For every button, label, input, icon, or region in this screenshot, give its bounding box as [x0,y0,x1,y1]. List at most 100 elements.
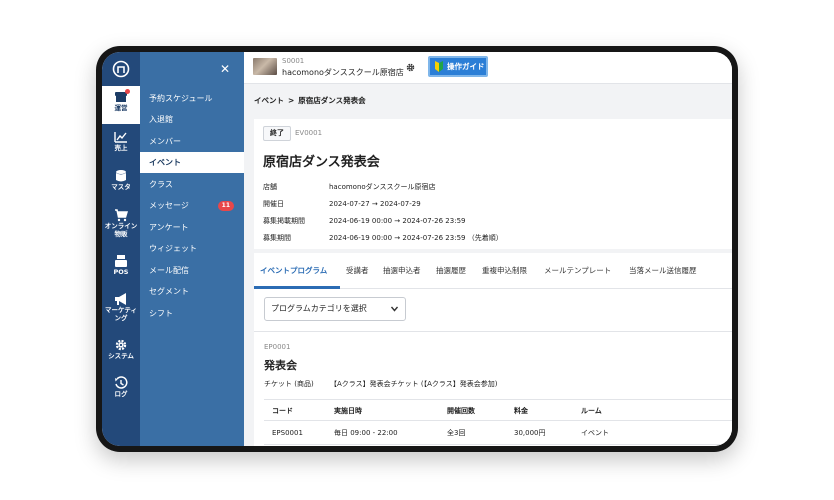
tab-lottery-history[interactable]: 抽選履歴 [436,265,466,276]
rail-item-label: 売上 [114,144,128,152]
chart-icon [114,132,127,143]
submenu-item-events[interactable]: イベント [140,152,244,173]
rail-item-sales[interactable]: 売上 [102,126,140,164]
rail-item-label: マーケティング [105,306,137,322]
primary-nav-rail: 運営 売上 マスタ オンライン物販 POS マーケティング システム ログ [102,52,140,446]
info-key: 店舗 [263,183,277,191]
page-title: 原宿店ダンス発表会 [263,155,380,170]
column-header: 料金 [514,407,528,415]
submenu-item-label: メンバー [149,137,181,146]
section-divider [254,331,732,332]
rail-item-label: ログ [114,390,128,398]
info-row-application-period: 募集期間 2024-06-19 00:00 → 2024-07-26 23:59 … [263,233,723,243]
submenu-item-widget[interactable]: ウィジェット [140,238,244,259]
submenu-item-label: イベント [149,158,181,167]
rail-item-label: システム [108,352,134,360]
submenu-item-label: クラス [149,180,173,189]
secondary-nav: ✕ 予約スケジュール 入退館 メンバー イベント クラス メッセージ 11 アンケ… [140,52,244,446]
tab-lottery-applicants[interactable]: 抽選申込者 [383,265,421,276]
app-logo-icon [112,60,130,78]
info-key: 募集期間 [263,234,291,242]
main-content: S0001 hacomonoダンススクール原宿店 操作ガイド イベント > 原宿店ダ… [244,52,732,446]
submenu-item-reservation-schedule[interactable]: 予約スケジュール [140,88,244,109]
notification-dot [125,89,130,94]
rail-item-master[interactable]: マスタ [102,165,140,203]
unread-count-badge: 11 [217,201,234,211]
device-frame: 運営 売上 マスタ オンライン物販 POS マーケティング システム ログ ✕ … [96,46,738,452]
table-cell: 毎日 09:00 - 22:00 [334,429,398,437]
info-row-listing-period: 募集掲載期間 2024-06-19 00:00 → 2024-07-26 23:5… [263,216,723,226]
history-icon [115,376,128,389]
rail-item-pos[interactable]: POS [102,250,140,288]
submenu-item-mail-delivery[interactable]: メール配信 [140,260,244,281]
rail-item-system[interactable]: システム [102,334,140,372]
rail-item-label: 運営 [114,104,128,112]
rail-item-label: マスタ [111,183,131,191]
info-value: 【Aクラス】発表会チケット (【Aクラス】発表会参加) [330,380,498,388]
app-screen: 運営 売上 マスタ オンライン物販 POS マーケティング システム ログ ✕ … [102,52,732,446]
submenu-item-segment[interactable]: セグメント [140,281,244,302]
status-badge: 終了 [263,126,291,141]
info-key: 募集掲載期間 [263,217,305,225]
cart-icon [115,209,128,222]
submenu-item-label: シフト [149,309,173,318]
table-cell: 全3回 [447,429,466,437]
rail-item-operations[interactable]: 運営 [102,86,140,124]
column-header: 実施日時 [334,407,362,415]
submenu-item-label: メッセージ [149,201,189,210]
store-settings-gear-icon[interactable] [406,63,415,72]
database-icon [116,170,126,182]
breadcrumb-separator: > [288,96,295,105]
tab-bar: イベントプログラム 受講者 抽選申込者 抽選履歴 重複申込制限 メールテンプレー… [254,253,732,289]
table-cell: 30,000円 [514,429,546,437]
select-value: プログラムカテゴリを選択 [271,304,367,313]
tab-event-program[interactable]: イベントプログラム [260,265,327,276]
tab-duplicate-restriction[interactable]: 重複申込制限 [482,265,527,276]
operation-guide-button[interactable]: 操作ガイド [428,56,488,77]
submenu-item-label: 予約スケジュール [149,94,213,103]
submenu-item-classes[interactable]: クラス [140,174,244,195]
close-icon[interactable]: ✕ [220,62,230,76]
rail-item-marketing[interactable]: マーケティング [102,288,140,334]
table-cell: EPS0001 [272,429,303,437]
rail-item-label: POS [113,268,129,276]
info-row-store: 店舗 hacomonoダンススクール原宿店 [263,182,723,192]
top-bar: S0001 hacomonoダンススクール原宿店 操作ガイド [244,52,732,84]
register-icon [115,255,127,267]
column-header: コード [272,407,293,415]
store-name: hacomonoダンススクール原宿店 [282,68,404,77]
info-value: 2024-06-19 00:00 → 2024-07-26 23:59 [329,217,466,225]
rail-item-log[interactable]: ログ [102,372,140,410]
submenu-item-messages[interactable]: メッセージ 11 [140,195,244,216]
table-header: コード 実施日時 開催回数 料金 ルーム [264,399,732,421]
submenu-item-survey[interactable]: アンケート [140,217,244,238]
info-key: チケット (商品) [264,380,314,388]
submenu-item-members[interactable]: メンバー [140,131,244,152]
tab-participants[interactable]: 受講者 [346,265,369,276]
breadcrumb-parent-link[interactable]: イベント [254,96,284,105]
event-summary-card: 終了 EV0001 原宿店ダンス発表会 店舗 hacomonoダンススクール原宿店… [254,119,732,249]
tab-mail-templates[interactable]: メールテンプレート [544,265,611,276]
tab-result-mail-history[interactable]: 当落メール送信履歴 [629,265,697,276]
submenu-item-shift[interactable]: シフト [140,303,244,324]
submenu-item-label: 入退館 [149,115,173,124]
breadcrumb-current: 原宿店ダンス発表会 [298,96,366,105]
megaphone-icon [115,293,126,305]
program-title: 発表会 [264,359,297,372]
program-category-select[interactable]: プログラムカテゴリを選択 [264,297,406,321]
submenu-item-label: セグメント [149,287,189,296]
table-row[interactable]: EPS0001 毎日 09:00 - 22:00 全3回 30,000円 イベン… [264,421,732,445]
info-row-date: 開催日 2024-07-27 → 2024-07-29 [263,199,723,209]
info-value: 2024-07-27 → 2024-07-29 [329,200,421,208]
table-cell: イベント [581,429,609,437]
guide-button-label: 操作ガイド [447,62,485,71]
gear-icon [115,339,127,351]
active-tab-indicator [254,286,340,289]
submenu-item-check-in[interactable]: 入退館 [140,109,244,130]
ticket-row: チケット (商品) 【Aクラス】発表会チケット (【Aクラス】発表会参加) [264,379,497,389]
column-header: 開催回数 [447,407,475,415]
store-code: S0001 [282,57,305,65]
breadcrumb: イベント > 原宿店ダンス発表会 [254,95,366,106]
rail-item-online-shop[interactable]: オンライン物販 [102,204,140,250]
submenu-item-label: アンケート [149,223,189,232]
